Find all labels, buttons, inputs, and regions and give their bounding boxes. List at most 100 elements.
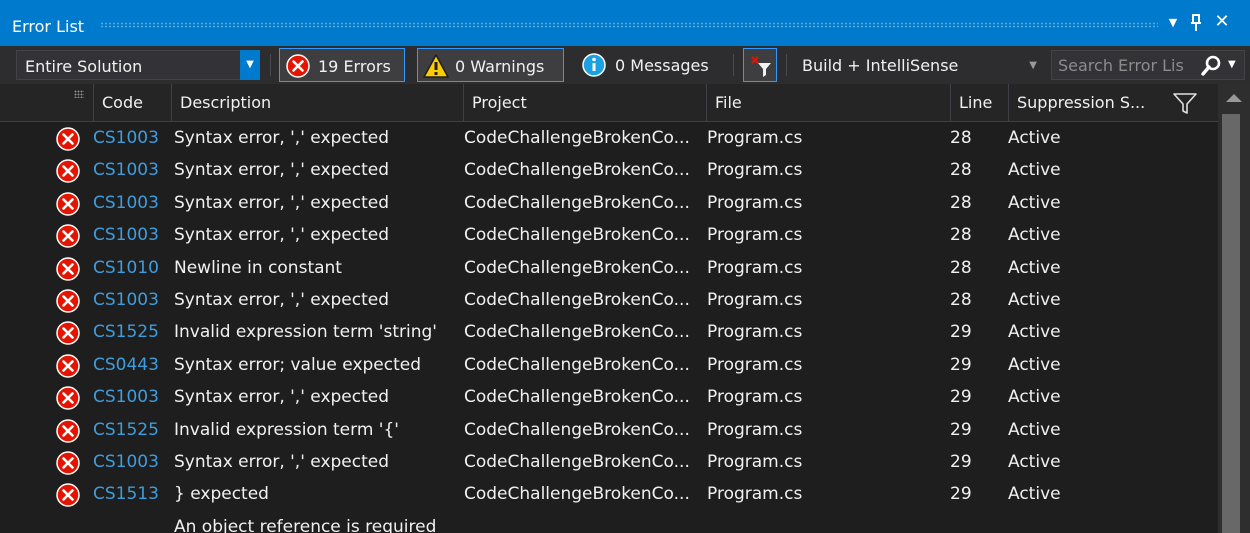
error-list-rows: CS1003 Syntax error, ',' expected CodeChal…	[0, 122, 1218, 533]
titlebar-grip[interactable]	[100, 22, 1158, 28]
table-row[interactable]: An object reference is required	[0, 511, 1218, 533]
error-code-link[interactable]: CS1525	[93, 420, 159, 440]
error-suppression-state: Active	[1008, 290, 1061, 310]
error-description: Syntax error, ',' expected	[174, 192, 390, 213]
error-file: Program.cs	[707, 484, 803, 505]
table-row[interactable]: CS1525 Invalid expression term '{' CodeCha…	[0, 414, 1218, 446]
error-line: 28	[950, 290, 972, 310]
error-file: Program.cs	[707, 387, 803, 408]
info-circle-icon	[582, 53, 606, 77]
warnings-filter-button[interactable]: 0 Warnings	[417, 48, 564, 82]
column-header-line[interactable]: Line	[950, 84, 1008, 122]
column-header-code[interactable]: Code	[93, 84, 167, 122]
toolbar-separator	[786, 54, 787, 76]
window-position-dropdown-icon[interactable]: ▼	[1163, 16, 1183, 38]
error-description: Syntax error, ',' expected	[174, 290, 390, 310]
search-error-list[interactable]: ▼	[1051, 50, 1245, 80]
scroll-up-arrow-icon[interactable]	[1226, 94, 1242, 102]
error-project: CodeChallengeBrokenCo...	[464, 160, 690, 181]
error-circle-icon	[56, 289, 80, 313]
funnel-icon[interactable]	[1172, 92, 1198, 116]
error-line: 29	[950, 484, 972, 505]
column-header-file[interactable]: File	[706, 84, 950, 122]
error-suppression-state: Active	[1008, 225, 1061, 246]
table-row[interactable]: CS1003 Syntax error, ',' expected CodeChal…	[0, 381, 1218, 413]
table-row[interactable]: CS1003 Syntax error, ',' expected CodeChal…	[0, 187, 1218, 219]
errors-filter-button[interactable]: 19 Errors	[279, 48, 405, 82]
error-description: } expected	[174, 484, 269, 505]
error-circle-icon	[56, 451, 80, 475]
error-code-link[interactable]: CS1003	[93, 193, 159, 213]
error-circle-icon	[56, 418, 80, 443]
error-project: CodeChallengeBrokenCo...	[464, 128, 690, 148]
error-code-link[interactable]: CS1003	[93, 452, 159, 472]
error-project: CodeChallengeBrokenCo...	[464, 354, 690, 375]
error-file: Program.cs	[707, 354, 803, 375]
messages-filter-button[interactable]: 0 Messages	[578, 48, 728, 82]
error-description: An object reference is required	[174, 516, 437, 533]
table-row[interactable]: CS1003 Syntax error, ',' expected CodeChal…	[0, 219, 1218, 251]
error-circle-icon	[56, 483, 80, 508]
toolbar-separator	[270, 54, 271, 76]
table-row[interactable]: CS1003 Syntax error, ',' expected CodeChal…	[0, 446, 1218, 478]
error-circle-icon	[56, 256, 80, 281]
chevron-down-icon[interactable]: ▼	[240, 50, 260, 80]
error-code-link[interactable]: CS1513	[93, 484, 159, 504]
error-description: Invalid expression term 'string'	[174, 322, 437, 343]
column-chooser-grip-icon[interactable]	[74, 90, 84, 98]
search-options-dropdown-icon[interactable]: ▼	[1228, 59, 1236, 70]
table-row[interactable]: CS1525 Invalid expression term 'string' Co…	[0, 316, 1218, 348]
messages-filter-label: 0 Messages	[615, 56, 709, 75]
error-project: CodeChallengeBrokenCo...	[464, 290, 690, 310]
column-header-suppression-state[interactable]: Suppression S...	[1008, 84, 1168, 122]
error-file: Program.cs	[707, 322, 803, 343]
error-line: 28	[950, 160, 972, 181]
table-row[interactable]: CS1003 Syntax error, ',' expected CodeChal…	[0, 122, 1218, 154]
error-suppression-state: Active	[1008, 354, 1061, 375]
table-row[interactable]: CS1003 Syntax error, ',' expected CodeChal…	[0, 154, 1218, 186]
error-suppression-state: Active	[1008, 419, 1061, 440]
toolbar-separator	[733, 54, 734, 76]
scrollbar-thumb[interactable]	[1222, 114, 1240, 533]
error-code-link[interactable]: CS0443	[93, 355, 159, 375]
error-circle-icon	[56, 354, 80, 378]
error-line: 28	[950, 128, 972, 148]
error-code-link[interactable]: CS1003	[93, 290, 159, 310]
error-project: CodeChallengeBrokenCo...	[464, 257, 690, 278]
clear-filter-icon	[751, 56, 771, 77]
table-row[interactable]: CS1513} expected CodeChallengeBrokenCo...…	[0, 478, 1218, 510]
window-title: Error List	[12, 17, 85, 36]
table-row[interactable]: CS0443 Syntax error; value expected CodeCh…	[0, 349, 1218, 381]
error-code-link[interactable]: CS1525	[93, 322, 159, 342]
error-description: Syntax error, ',' expected	[174, 452, 390, 472]
error-description: Syntax error; value expected	[174, 354, 422, 375]
error-code-link[interactable]: CS1003	[93, 225, 159, 245]
error-suppression-state: Active	[1008, 452, 1061, 472]
error-file: Program.cs	[707, 257, 803, 278]
search-icon[interactable]	[1200, 55, 1222, 77]
error-file: Program.cs	[707, 192, 803, 213]
chevron-down-icon[interactable]: ▼	[1029, 60, 1037, 71]
error-code-link[interactable]: CS1003	[93, 160, 159, 180]
table-row[interactable]: CS1010 Newline in constant CodeChallengeBr…	[0, 252, 1218, 284]
error-circle-icon	[56, 224, 80, 248]
error-code-link[interactable]: CS1010	[93, 258, 159, 278]
column-header-description[interactable]: Description	[171, 84, 464, 122]
error-code-link[interactable]: CS1003	[93, 387, 159, 407]
table-row[interactable]: CS1003 Syntax error, ',' expected CodeChal…	[0, 284, 1218, 316]
pin-icon[interactable]	[1186, 13, 1206, 35]
vertical-scrollbar[interactable]	[1218, 84, 1250, 533]
close-icon[interactable]: ✕	[1212, 11, 1232, 33]
error-suppression-state: Active	[1008, 257, 1061, 278]
clear-filter-button[interactable]	[743, 48, 777, 82]
column-header-project[interactable]: Project	[463, 84, 706, 122]
build-source-dropdown[interactable]: Build + IntelliSense ▼	[795, 50, 1043, 80]
scope-dropdown[interactable]: Entire Solution ▼	[16, 50, 260, 80]
error-description: Syntax error, ',' expected	[174, 160, 390, 181]
error-file: Program.cs	[707, 452, 803, 472]
error-code-link[interactable]: CS1003	[93, 128, 159, 148]
error-file: Program.cs	[707, 160, 803, 181]
error-project: CodeChallengeBrokenCo...	[464, 192, 690, 213]
error-circle-icon	[56, 127, 80, 151]
search-input[interactable]	[1052, 51, 1190, 79]
